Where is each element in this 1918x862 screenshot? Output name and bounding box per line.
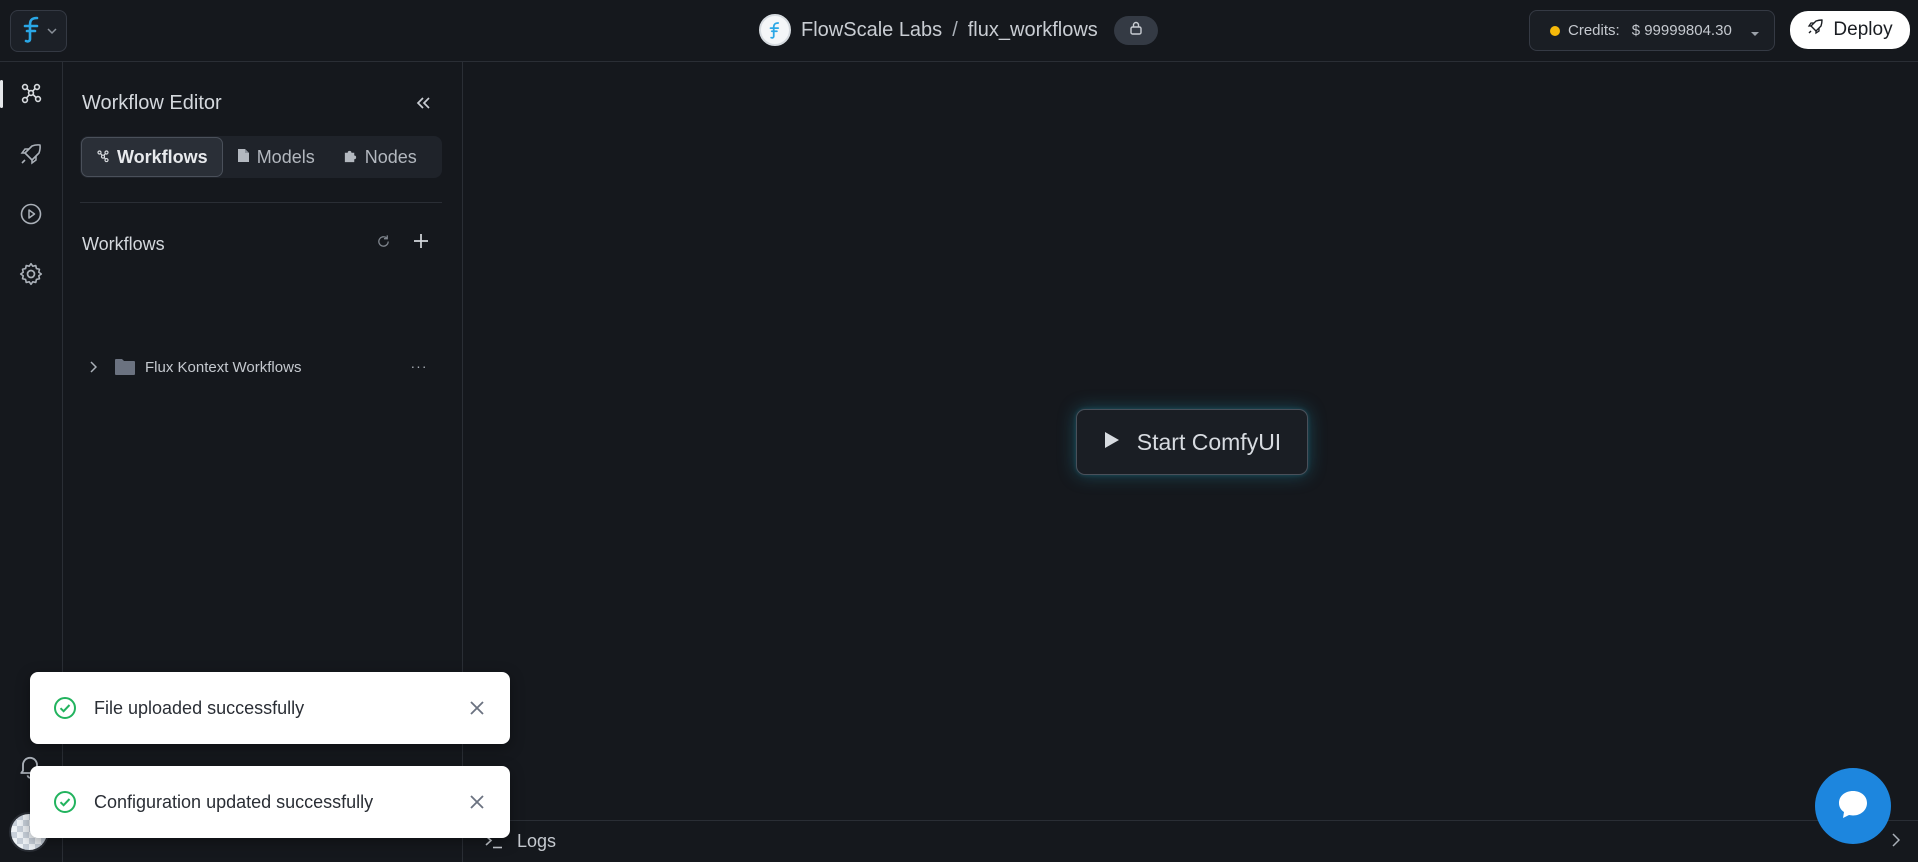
close-icon[interactable] xyxy=(464,695,490,721)
org-name[interactable]: FlowScale Labs xyxy=(801,19,942,42)
chevron-right-icon[interactable] xyxy=(82,361,104,373)
rail-active-indicator xyxy=(0,80,3,108)
visibility-toggle-button[interactable] xyxy=(1113,15,1158,45)
play-icon xyxy=(1103,429,1121,456)
add-workflow-button[interactable] xyxy=(408,230,434,256)
panel-tabs: Workflows Models Nodes xyxy=(80,136,442,178)
more-options-icon[interactable]: ··· xyxy=(406,354,432,378)
tab-workflows[interactable]: Workflows xyxy=(81,137,223,177)
start-comfyui-button[interactable]: Start ComfyUI xyxy=(1076,409,1308,475)
toast-notification: File uploaded successfully xyxy=(30,672,510,744)
caret-down-icon xyxy=(1750,25,1760,42)
tab-label: Workflows xyxy=(117,146,208,167)
toast-notification: Configuration updated successfully xyxy=(30,766,510,838)
tab-models[interactable]: Models xyxy=(223,137,329,177)
folder-label: Flux Kontext Workflows xyxy=(145,358,302,376)
main-canvas: Start ComfyUI xyxy=(463,62,1918,820)
divider xyxy=(80,202,442,203)
logs-bar[interactable]: Logs xyxy=(463,820,1918,862)
tab-nodes[interactable]: Nodes xyxy=(329,137,431,177)
play-circle-icon xyxy=(19,202,43,231)
start-label: Start ComfyUI xyxy=(1136,428,1282,455)
refresh-button[interactable] xyxy=(371,232,395,256)
credit-status-dot xyxy=(1550,25,1560,36)
refresh-icon xyxy=(376,234,391,254)
app-switcher-button[interactable] xyxy=(10,10,67,52)
rail-deploy-button[interactable] xyxy=(10,135,52,177)
tab-label: Models xyxy=(256,146,315,167)
plus-icon xyxy=(413,233,429,254)
logs-label: Logs xyxy=(517,831,557,851)
workflow-icon xyxy=(96,147,110,168)
org-avatar[interactable] xyxy=(759,14,791,46)
breadcrumb: FlowScale Labs / flux_workflows xyxy=(759,14,1158,46)
toast-message: Configuration updated successfully xyxy=(94,791,374,812)
credits-dropdown[interactable]: Credits: $ 99999804.30 xyxy=(1529,10,1775,51)
chat-bubble-icon xyxy=(1836,787,1870,826)
panel-title: Workflow Editor xyxy=(82,92,222,114)
rail-runs-button[interactable] xyxy=(10,195,52,237)
chevron-down-icon xyxy=(46,22,57,40)
breadcrumb-separator: / xyxy=(952,18,958,41)
check-circle-icon xyxy=(52,695,78,721)
flowscale-logo-icon xyxy=(21,15,43,48)
project-name[interactable]: flux_workflows xyxy=(968,19,1098,42)
rail-workflows-button[interactable] xyxy=(10,74,52,116)
deploy-button[interactable]: Deploy xyxy=(1790,11,1910,49)
check-circle-icon xyxy=(52,789,78,815)
rocket-icon xyxy=(19,142,43,171)
toast-message: File uploaded successfully xyxy=(94,697,305,718)
tree-folder-row[interactable]: Flux Kontext Workflows ··· xyxy=(80,350,442,384)
gear-icon xyxy=(18,261,44,292)
support-chat-button[interactable] xyxy=(1815,768,1891,844)
rail-settings-button[interactable] xyxy=(10,255,52,297)
credits-label: Credits: xyxy=(1568,22,1620,39)
folder-icon xyxy=(114,358,136,376)
chevrons-left-icon xyxy=(414,94,432,117)
rocket-icon xyxy=(1807,19,1824,41)
workflow-icon xyxy=(19,81,43,110)
credits-value: $ 99999804.30 xyxy=(1631,22,1732,39)
collapse-panel-button[interactable] xyxy=(408,90,438,120)
tab-label: Nodes xyxy=(364,146,417,167)
file-icon xyxy=(237,147,250,168)
lock-icon xyxy=(1128,19,1144,42)
deploy-label: Deploy xyxy=(1833,19,1893,40)
puzzle-icon xyxy=(343,147,358,168)
top-bar: FlowScale Labs / flux_workflows Credits:… xyxy=(0,0,1918,62)
chevron-right-icon[interactable] xyxy=(1892,833,1901,852)
close-icon[interactable] xyxy=(464,789,490,815)
section-title: Workflows xyxy=(82,234,165,254)
